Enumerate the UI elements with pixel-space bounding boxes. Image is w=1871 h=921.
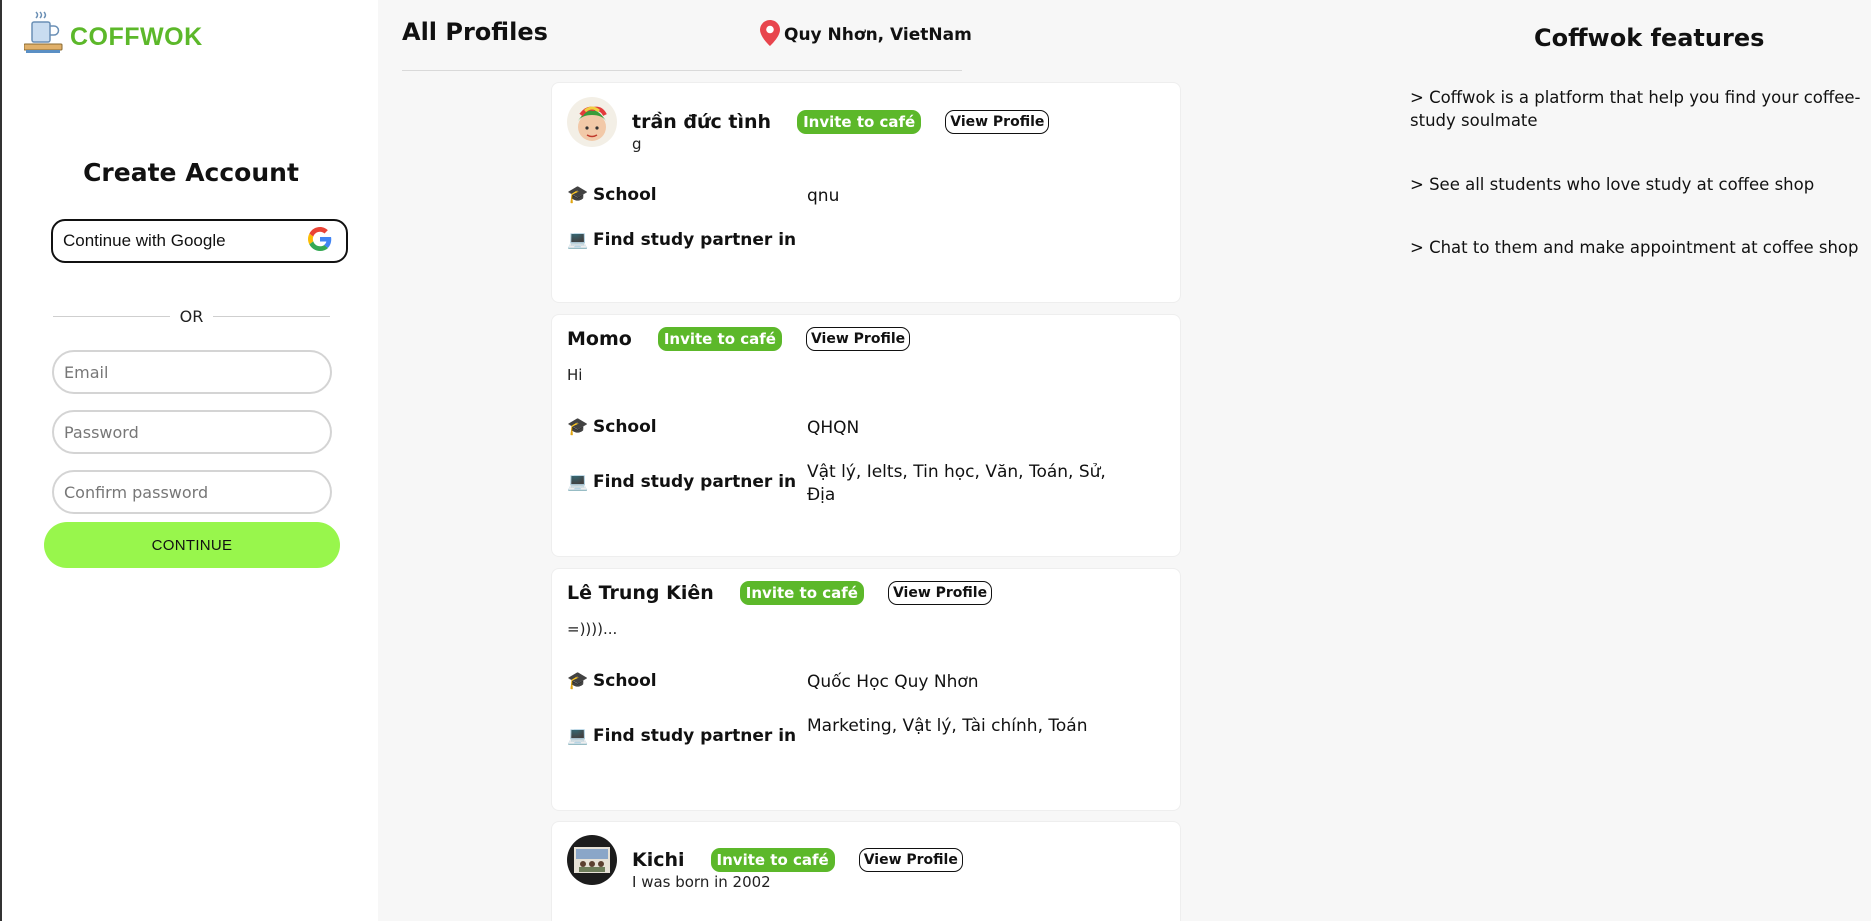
or-divider: OR [53,304,330,328]
subjects-value: Marketing, Vật lý, Tài chính, Toán [807,716,1088,736]
school-label-text: School [593,671,657,691]
graduation-cap-icon: 🎓 [567,417,589,437]
google-signin-label: Continue with Google [63,231,226,250]
profile-bio: I was born in 2002 [632,873,771,891]
view-profile-button[interactable]: View Profile [945,110,1050,134]
view-profile-button[interactable]: View Profile [858,848,963,872]
view-profile-button[interactable]: View Profile [887,581,993,605]
invite-to-cafe-button[interactable]: Invite to café [657,327,782,351]
partner-label: 💻 Find study partner in [567,230,796,250]
profile-bio: Hi [567,366,583,384]
graduation-cap-icon: 🎓 [567,185,589,205]
laptop-heart-icon: 💻 [567,726,589,746]
school-label: 🎓 School [567,185,657,205]
header-divider [402,70,962,71]
school-value: Quốc Học Quy Nhơn [807,672,979,692]
brand-logo[interactable]: COFFWOK [23,10,203,54]
features-title: Coffwok features [1534,24,1765,52]
school-label-text: School [593,417,657,437]
password-input[interactable] [52,410,332,454]
school-label: 🎓 School [567,417,657,437]
profile-name: Lê Trung Kiên [567,582,714,604]
profile-bio: =))))... [567,620,618,638]
profile-card: Momo Invite to café View Profile Hi 🎓 Sc… [551,314,1181,557]
confirm-password-input[interactable] [52,470,332,514]
profile-name: Kichi [632,849,685,871]
continue-button[interactable]: CONTINUE [44,522,340,568]
partner-label-text: Find study partner in [593,726,797,746]
map-pin-icon [760,20,780,50]
invite-to-cafe-button[interactable]: Invite to café [710,848,835,872]
coffee-cup-icon [23,10,64,54]
location-indicator[interactable]: Quy Nhơn, VietNam [760,20,972,50]
profile-name: Momo [567,328,632,350]
signup-sidebar: COFFWOK Create Account Continue with Goo… [0,0,378,921]
school-value: qnu [807,186,840,206]
profile-name: trần đức tình [632,111,772,133]
school-label: 🎓 School [567,671,657,691]
laptop-heart-icon: 💻 [567,472,589,492]
feature-item: > Coffwok is a platform that help you fi… [1410,88,1861,130]
subjects-value: Vật lý, Ielts, Tin học, Văn, Toán, Sử, Đ… [807,462,1106,505]
divider-line [213,315,330,317]
profile-card-header: Lê Trung Kiên Invite to café View Profil… [567,581,993,605]
feature-item: > Chat to them and make appointment at c… [1410,238,1859,257]
avatar[interactable] [567,97,617,147]
google-signin-button[interactable]: Continue with Google [51,219,348,263]
view-profile-button[interactable]: View Profile [805,327,911,351]
profile-bio: g [632,135,642,153]
partner-label: 💻 Find study partner in [567,472,796,492]
school-value: QHQN [807,418,860,438]
create-account-title: Create Account [83,158,299,187]
profile-card: trần đức tình Invite to café View Profil… [551,82,1181,303]
divider-line [53,315,170,317]
or-label: OR [179,306,204,326]
invite-to-cafe-button[interactable]: Invite to café [739,581,864,605]
profile-card: Kichi Invite to café View Profile I was … [551,821,1181,921]
partner-label-text: Find study partner in [593,230,797,250]
school-label-text: School [593,185,657,205]
feature-item: > See all students who love study at cof… [1410,175,1815,194]
profile-card: Lê Trung Kiên Invite to café View Profil… [551,568,1181,811]
brand-name: COFFWOK [70,23,203,51]
google-icon [308,227,332,255]
avatar[interactable] [567,835,617,885]
page-title: All Profiles [402,18,548,46]
laptop-heart-icon: 💻 [567,230,589,250]
partner-label: 💻 Find study partner in [567,726,796,746]
profile-card-header: Momo Invite to café View Profile [567,327,911,351]
graduation-cap-icon: 🎓 [567,671,589,691]
location-text: Quy Nhơn, VietNam [784,25,972,45]
email-input[interactable] [52,350,332,394]
partner-label-text: Find study partner in [593,472,797,492]
invite-to-cafe-button[interactable]: Invite to café [797,110,922,134]
